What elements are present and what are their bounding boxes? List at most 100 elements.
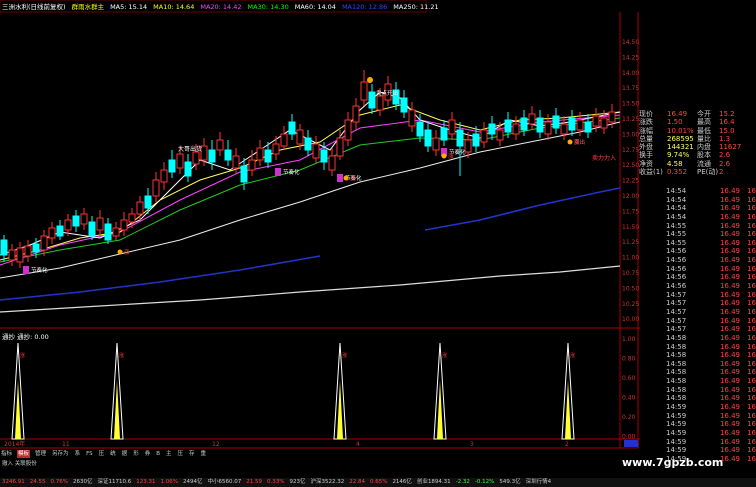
tick-price: 16.49 xyxy=(719,411,740,420)
tick-time: 14:55 xyxy=(666,221,687,230)
tick-row: 14:54 16.49 16 xyxy=(666,204,756,213)
tab-14[interactable]: 存 xyxy=(188,450,196,458)
tab-12[interactable]: 主 xyxy=(165,450,173,458)
tick-price: 16.49 xyxy=(719,394,740,403)
rise-label: 涨 xyxy=(124,248,130,256)
tab-4[interactable]: 系 xyxy=(74,450,82,458)
tick-row: 14:56 16.49 16 xyxy=(666,273,756,282)
candle-body xyxy=(128,213,136,223)
indicator-tick: 0.60 xyxy=(622,375,636,382)
rise-dot xyxy=(343,175,349,181)
quote-value: 2.6 xyxy=(719,151,731,160)
rise-label: 涨 xyxy=(448,152,454,160)
candle-body xyxy=(376,95,384,111)
candle-body xyxy=(64,219,72,231)
tab-13[interactable]: 压 xyxy=(177,450,185,458)
candle-body xyxy=(584,121,592,133)
candle-body xyxy=(168,159,176,173)
signal-spike-fill xyxy=(565,380,571,439)
tab-11[interactable]: B xyxy=(155,450,161,458)
candle-body xyxy=(184,161,192,177)
tick-row: 14:58 16.49 16 xyxy=(666,334,756,343)
candle-body xyxy=(360,81,368,101)
indicator-name[interactable]: 群雨水群主 xyxy=(72,2,105,12)
index-value-5: 123.31 xyxy=(136,479,156,485)
tab-7[interactable]: 统 xyxy=(109,450,117,458)
candle-body xyxy=(608,111,616,123)
candle-body xyxy=(336,137,344,157)
quote-label: 最高 xyxy=(697,118,711,127)
tick-row: 14:58 16.49 16 xyxy=(666,368,756,377)
tick-row: 14:58 16.49 16 xyxy=(666,360,756,369)
tick-volume: 16 xyxy=(747,359,756,368)
price-tick: 10.50 xyxy=(622,285,639,292)
tick-row: 14:57 16.49 16 xyxy=(666,325,756,334)
tick-volume: 16 xyxy=(747,247,756,256)
tick-row: 14:56 16.49 16 xyxy=(666,282,756,291)
index-value-13: 22.84 xyxy=(349,479,365,485)
tick-price: 16.49 xyxy=(719,256,740,265)
candle-body xyxy=(408,109,416,127)
tab-1[interactable]: 模板 xyxy=(17,450,31,458)
kline-chart[interactable]: 14.50 14.25 14.00 13.75 13.50 13.25 13.00 12.75… xyxy=(0,0,756,487)
index-value-7: 2494亿 xyxy=(182,479,203,485)
tick-row: 14:55 16.49 16 xyxy=(666,239,756,248)
candle-body xyxy=(496,129,504,141)
candle-body xyxy=(352,105,360,123)
tick-volume: 16 xyxy=(747,204,756,213)
tick-volume: 16 xyxy=(747,187,756,195)
quote-value: 16.4 xyxy=(719,118,735,127)
ma-legend: MA5: 15.14 MA10: 14.64 MA20: 14.42 MA30: 14… xyxy=(110,2,439,12)
date-tick: 4 xyxy=(356,441,360,448)
quote-value: 268595 xyxy=(667,134,694,143)
index-status-bar: 3246.91 24.55 0.76% 2630亿 深证11710.6 123.31 1.0… xyxy=(0,478,756,487)
index-value-14: 0.65% xyxy=(369,479,388,485)
candle-body xyxy=(288,121,296,135)
tick-time: 14:54 xyxy=(666,204,687,213)
tab-0[interactable]: 指标 xyxy=(0,450,13,458)
candle-body xyxy=(344,119,352,141)
index-value-4: 深证11710.6 xyxy=(97,479,132,485)
tick-time: 14:58 xyxy=(666,394,687,403)
candle-body xyxy=(16,247,24,263)
tick-price: 16.49 xyxy=(719,290,740,299)
tick-volume: 16 xyxy=(747,454,756,463)
candle-body xyxy=(160,169,168,183)
price-tick: 12.25 xyxy=(622,178,639,185)
tick-row: 14:54 16.49 16 xyxy=(666,196,756,205)
indicator-tick: 0.00 xyxy=(622,434,636,441)
tick-price: 16.49 xyxy=(719,316,740,325)
ma-label-0: MA5: 15.14 xyxy=(110,3,148,11)
date-tick: 12 xyxy=(212,441,220,448)
candle-body xyxy=(280,133,288,147)
quote-label: 净资 xyxy=(639,159,653,168)
big-seller-label: 大哥出货 xyxy=(178,145,202,153)
quote-value: 15.0 xyxy=(719,126,735,135)
tab-9[interactable]: 形 xyxy=(132,450,140,458)
quote-label: 涨跌 xyxy=(639,118,653,127)
tick-price: 16.49 xyxy=(719,204,740,213)
tab-5[interactable]: FS xyxy=(85,450,94,458)
tab-15[interactable]: 重 xyxy=(200,450,208,458)
candle-body xyxy=(208,149,216,163)
tick-time: 14:54 xyxy=(666,195,687,204)
tick-time: 14:58 xyxy=(666,351,687,360)
tick-time: 14:59 xyxy=(666,446,687,455)
ma-label-4: MA60: 14.04 xyxy=(294,3,336,11)
tab-10[interactable]: 券 xyxy=(144,450,152,458)
tick-row: 14:59 16.49 16 xyxy=(666,412,756,421)
tick-price: 16.49 xyxy=(719,282,740,291)
tick-time: 14:59 xyxy=(666,437,687,446)
tab-8[interactable]: 据 xyxy=(121,450,129,458)
tab-6[interactable]: 压 xyxy=(98,450,106,458)
candle-body xyxy=(400,97,408,113)
quote-value: 16.49 xyxy=(667,110,688,118)
quote-label: 股本 xyxy=(697,151,711,160)
index-value-19: 549.3亿 xyxy=(499,479,521,485)
signal-spike-fill xyxy=(437,380,443,439)
tab-3[interactable]: 另存为 xyxy=(51,450,70,458)
tick-time: 14:58 xyxy=(666,333,687,342)
candle-body xyxy=(520,117,528,131)
tab-2[interactable]: 管理 xyxy=(34,450,47,458)
quote-row: 涨跌 1.50 最高 16.4 xyxy=(639,118,756,126)
